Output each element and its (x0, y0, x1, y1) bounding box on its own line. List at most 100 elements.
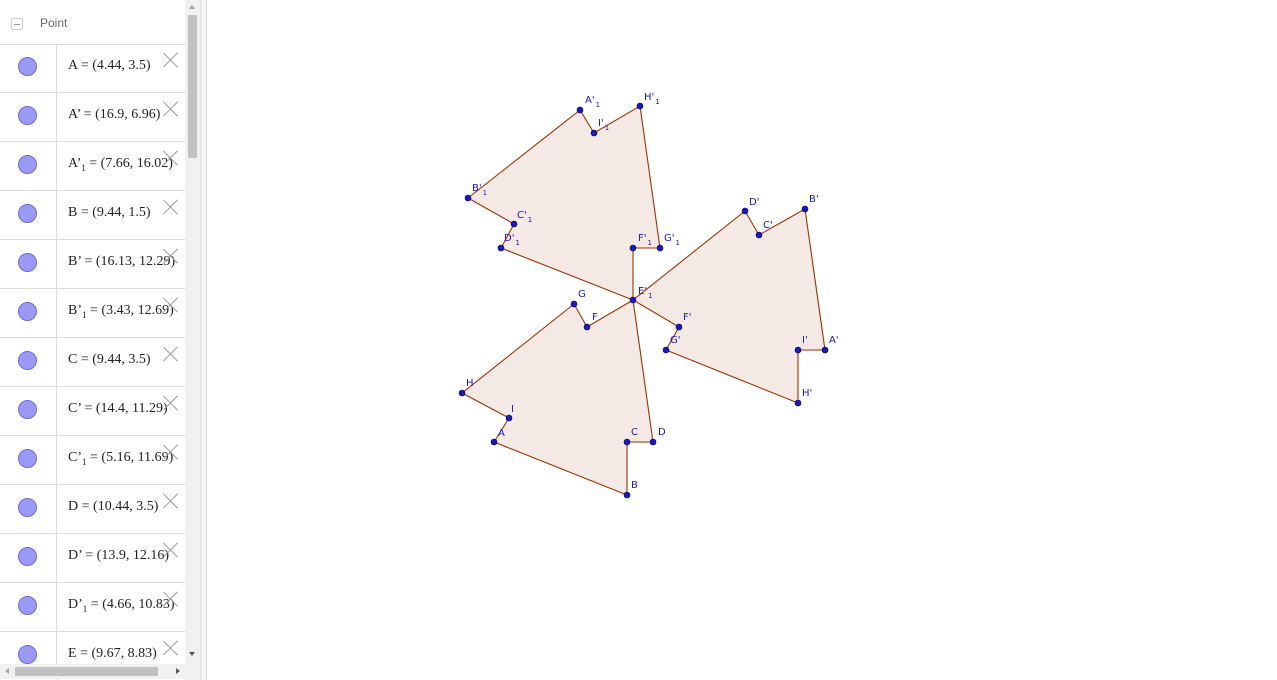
visibility-marble-icon[interactable] (18, 400, 37, 419)
point-definition[interactable]: D’ = (13.9, 12.16) (68, 548, 169, 564)
delete-x-icon[interactable] (162, 590, 180, 608)
point-a-prime-1[interactable] (576, 106, 584, 114)
point-g-prime[interactable] (662, 346, 670, 354)
algebra-row[interactable]: D’ = (13.9, 12.16) (0, 534, 185, 583)
visibility-marble-icon[interactable] (18, 596, 37, 615)
point-h-prime-1[interactable] (636, 102, 644, 110)
visibility-marble-icon[interactable] (18, 204, 37, 223)
view-splitter[interactable] (200, 0, 207, 680)
point-h[interactable] (458, 389, 466, 397)
point-definition[interactable]: C’ = (14.4, 11.29) (68, 401, 168, 417)
vertical-scroll-thumb[interactable] (188, 15, 197, 158)
point-c-prime[interactable] (755, 231, 763, 239)
algebra-row[interactable]: D = (10.44, 3.5) (0, 485, 185, 534)
delete-x-icon[interactable] (162, 198, 180, 216)
delete-x-icon[interactable] (162, 492, 180, 510)
horizontal-scroll-thumb[interactable] (15, 667, 158, 676)
point-d-prime-1[interactable] (497, 244, 505, 252)
delete-x-icon[interactable] (162, 345, 180, 363)
visibility-marble-icon[interactable] (18, 645, 37, 664)
algebra-row[interactable]: B’ = (16.13, 12.29) (0, 240, 185, 289)
point-definition[interactable]: B’1 = (3.43, 12.69) (68, 303, 174, 320)
horizontal-scrollbar[interactable] (0, 664, 185, 679)
visibility-toggle-cell[interactable] (0, 387, 57, 435)
point-b-prime[interactable] (801, 205, 809, 213)
algebra-row[interactable]: B’1 = (3.43, 12.69) (0, 289, 185, 338)
point-a[interactable] (490, 438, 498, 446)
visibility-toggle-cell[interactable] (0, 583, 57, 631)
collapse-group-icon[interactable] (11, 18, 23, 30)
point-definition[interactable]: D’1 = (4.66, 10.83) (68, 597, 175, 614)
delete-x-icon[interactable] (162, 443, 180, 461)
visibility-toggle-cell[interactable] (0, 485, 57, 533)
point-definition[interactable]: A’ = (16.9, 6.96) (68, 107, 160, 123)
delete-x-icon[interactable] (162, 541, 180, 559)
point-b-prime-1[interactable] (464, 194, 472, 202)
algebra-row[interactable]: D’1 = (4.66, 10.83) (0, 583, 185, 632)
scroll-left-arrow-icon[interactable] (5, 668, 9, 674)
point-definition[interactable]: A = (4.44, 3.5) (68, 58, 151, 74)
scroll-up-arrow-icon[interactable] (189, 5, 195, 9)
point-d[interactable] (649, 438, 657, 446)
point-e-prime-1[interactable] (629, 296, 637, 304)
polygon-rotated-1[interactable] (467, 105, 661, 301)
graphics-view[interactable]: F G H I A B C D D' C' B' A' I' H' G' F' … (207, 0, 1277, 680)
point-f[interactable] (583, 323, 591, 331)
delete-x-icon[interactable] (162, 51, 180, 69)
visibility-toggle-cell[interactable] (0, 534, 57, 582)
polygon-rotated[interactable] (632, 208, 826, 404)
point-c[interactable] (623, 438, 631, 446)
visibility-toggle-cell[interactable] (0, 240, 57, 288)
polygon-original[interactable] (461, 299, 654, 496)
visibility-toggle-cell[interactable] (0, 338, 57, 386)
visibility-toggle-cell[interactable] (0, 289, 57, 337)
visibility-toggle-cell[interactable] (0, 191, 57, 239)
visibility-marble-icon[interactable] (18, 498, 37, 517)
delete-x-icon[interactable] (162, 394, 180, 412)
visibility-marble-icon[interactable] (18, 155, 37, 174)
algebra-row[interactable]: A’ = (16.9, 6.96) (0, 93, 185, 142)
visibility-toggle-cell[interactable] (0, 142, 57, 190)
delete-x-icon[interactable] (162, 149, 180, 167)
visibility-toggle-cell[interactable] (0, 93, 57, 141)
point-definition[interactable]: E = (9.67, 8.83) (68, 646, 157, 662)
point-h-prime[interactable] (794, 399, 802, 407)
visibility-toggle-cell[interactable] (0, 436, 57, 484)
delete-x-icon[interactable] (162, 296, 180, 314)
visibility-marble-icon[interactable] (18, 106, 37, 125)
point-b[interactable] (623, 491, 631, 499)
graphics-canvas[interactable]: F G H I A B C D D' C' B' A' I' H' G' F' … (207, 0, 1277, 680)
point-definition[interactable]: B = (9.44, 1.5) (68, 205, 151, 221)
point-definition[interactable]: D = (10.44, 3.5) (68, 499, 158, 515)
point-f-prime-1[interactable] (629, 244, 637, 252)
visibility-toggle-cell[interactable] (0, 44, 57, 92)
point-d-prime[interactable] (741, 207, 749, 215)
point-i-prime-1[interactable] (590, 129, 598, 137)
delete-x-icon[interactable] (162, 100, 180, 118)
point-i[interactable] (505, 414, 513, 422)
point-definition[interactable]: A’1 = (7.66, 16.02) (68, 156, 173, 173)
visibility-marble-icon[interactable] (18, 449, 37, 468)
point-definition[interactable]: C = (9.44, 3.5) (68, 352, 151, 368)
scroll-right-arrow-icon[interactable] (176, 668, 180, 674)
point-a-prime[interactable] (821, 346, 829, 354)
algebra-row[interactable]: B = (9.44, 1.5) (0, 191, 185, 240)
point-g-prime-1[interactable] (656, 244, 664, 252)
visibility-marble-icon[interactable] (18, 547, 37, 566)
algebra-row[interactable]: C = (9.44, 3.5) (0, 338, 185, 387)
point-definition[interactable]: C’1 = (5.16, 11.69) (68, 450, 173, 467)
point-definition[interactable]: B’ = (16.13, 12.29) (68, 254, 175, 270)
visibility-marble-icon[interactable] (18, 253, 37, 272)
delete-x-icon[interactable] (162, 639, 180, 657)
algebra-row[interactable]: C’ = (14.4, 11.29) (0, 387, 185, 436)
point-i-prime[interactable] (794, 346, 802, 354)
delete-x-icon[interactable] (162, 247, 180, 265)
visibility-marble-icon[interactable] (18, 57, 37, 76)
algebra-row[interactable]: A’1 = (7.66, 16.02) (0, 142, 185, 191)
algebra-row[interactable]: A = (4.44, 3.5) (0, 44, 185, 93)
scroll-down-arrow-icon[interactable] (189, 652, 195, 656)
algebra-row[interactable]: C’1 = (5.16, 11.69) (0, 436, 185, 485)
point-g[interactable] (570, 300, 578, 308)
vertical-scrollbar[interactable] (185, 0, 200, 664)
point-c-prime-1[interactable] (510, 220, 518, 228)
